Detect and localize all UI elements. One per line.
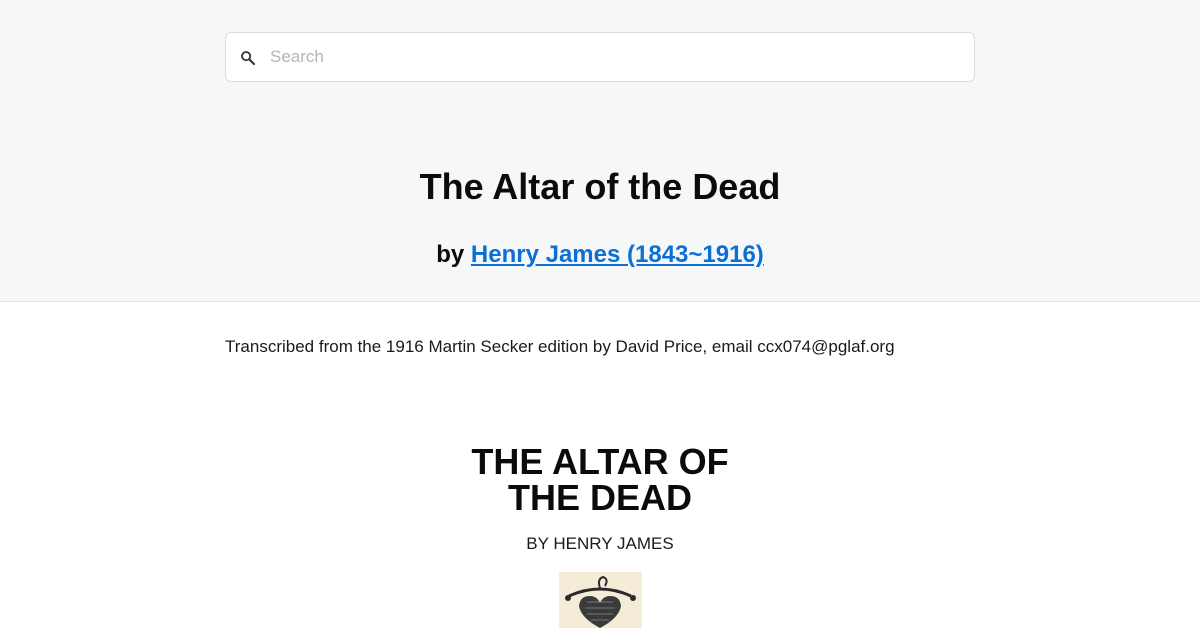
author-link[interactable]: Henry James (1843~1916)	[471, 241, 764, 268]
book-title-line-2: THE DEAD	[507, 477, 692, 518]
book-title-line-1: THE ALTAR OF	[471, 441, 729, 482]
book-title: THE ALTAR OF THE DEAD	[0, 444, 1200, 516]
page-title: The Altar of the Dead	[419, 166, 781, 207]
transcription-note: Transcribed from the 1916 Martin Secker …	[225, 337, 895, 356]
search-input[interactable]	[270, 33, 960, 81]
byline: by Henry James (1843~1916)	[0, 241, 1200, 269]
byline-prefix: by	[436, 241, 465, 268]
book-author: BY HENRY JAMES	[526, 534, 674, 553]
page-header: The Altar of the Dead by Henry James (18…	[0, 0, 1200, 302]
decorative-ornament-icon	[559, 572, 642, 628]
search-icon	[241, 51, 256, 66]
ornament-image	[565, 575, 636, 628]
search-bar[interactable]	[225, 32, 975, 82]
